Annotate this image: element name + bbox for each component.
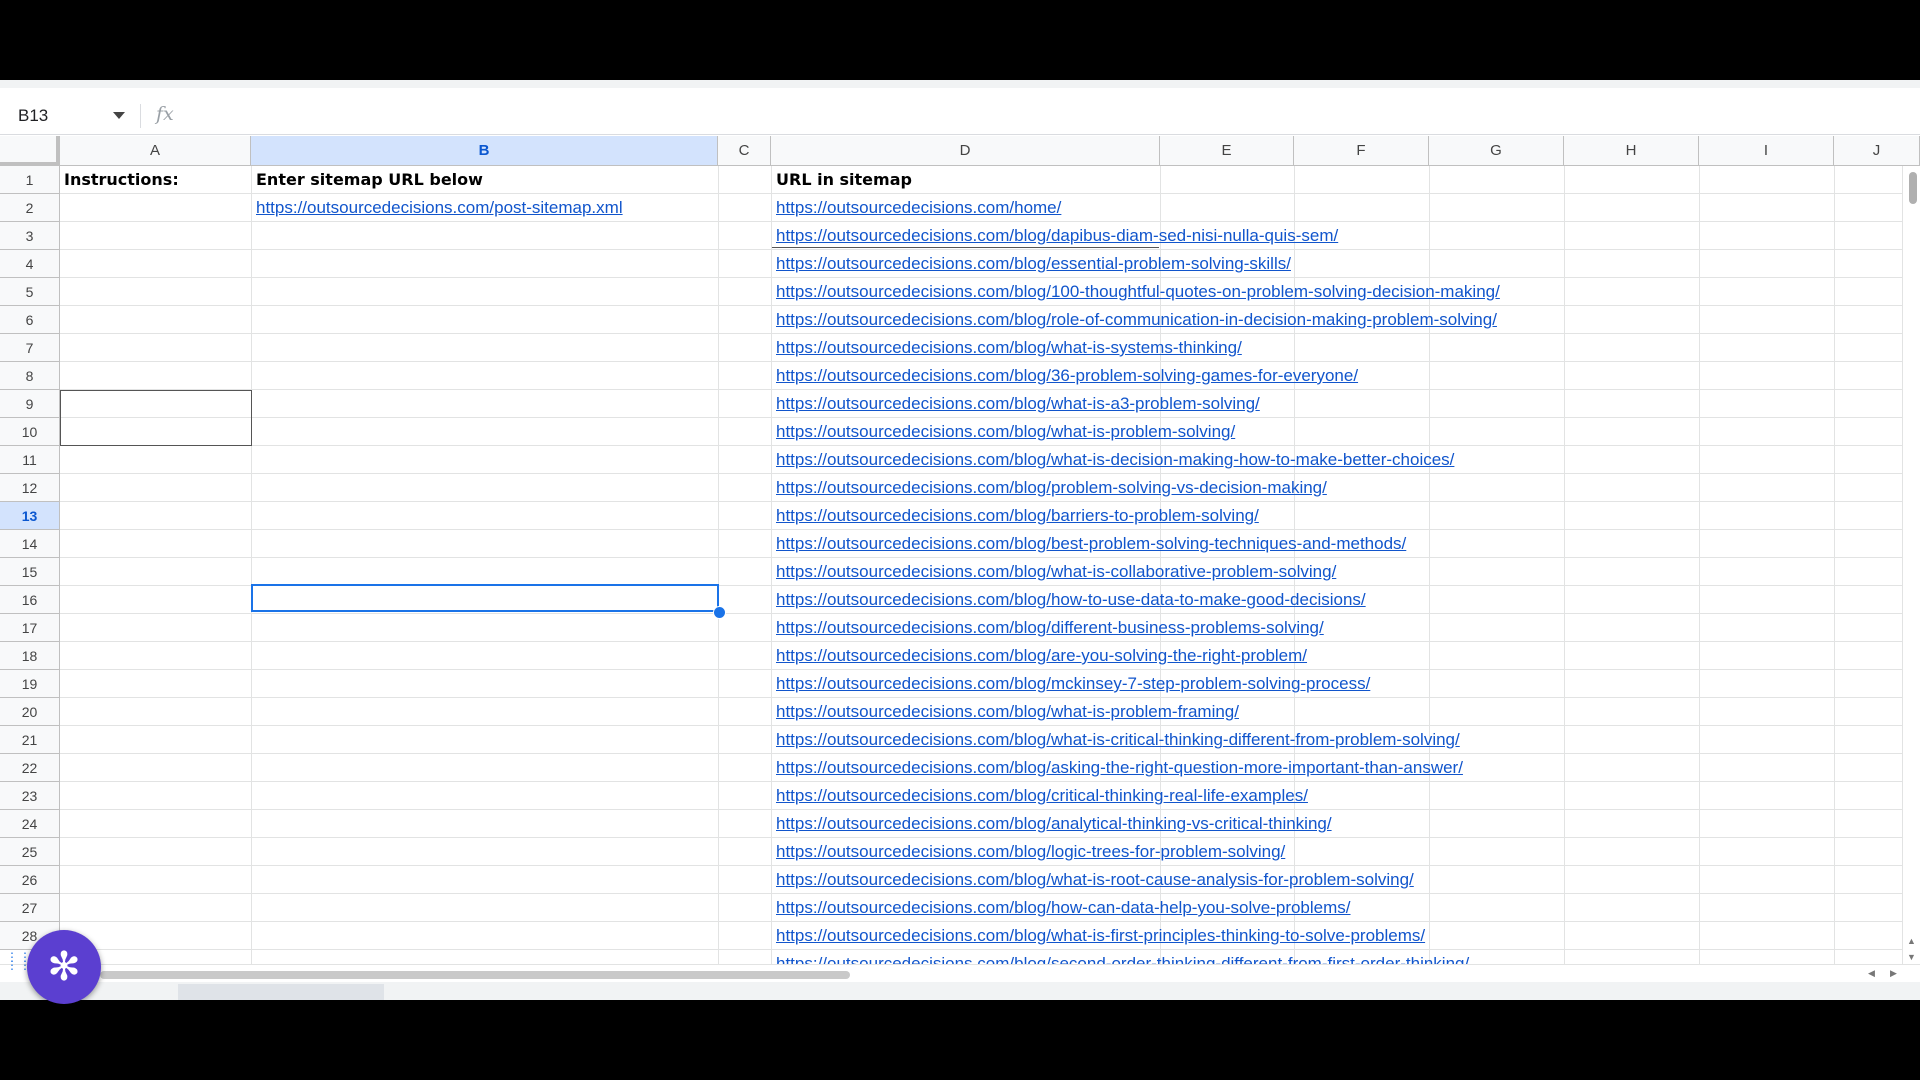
select-all-corner[interactable] [0, 136, 60, 166]
row-header-18[interactable]: 18 [0, 642, 60, 670]
row-header-5[interactable]: 5 [0, 278, 60, 306]
scroll-down-icon[interactable]: ▼ [1907, 952, 1916, 962]
vertical-scrollbar-thumb[interactable] [1909, 172, 1917, 204]
column-header-h[interactable]: H [1564, 136, 1699, 166]
cell-b1[interactable]: Enter sitemap URL below [252, 166, 719, 194]
sitemap-url-cell[interactable]: https://outsourcedecisions.com/blog/dapi… [772, 222, 1338, 250]
column-header-a[interactable]: A [60, 136, 251, 166]
row-header-20[interactable]: 20 [0, 698, 60, 726]
column-header-c[interactable]: C [718, 136, 771, 166]
row-header-4[interactable]: 4 [0, 250, 60, 278]
fill-handle[interactable] [713, 606, 726, 619]
spreadsheet-app: B13 fx ABCDEFGHIJ 1 2 3 4 5 6 7 8 9 10 11 12 13 14 15 1… [0, 80, 1920, 1000]
formula-bar: B13 fx [0, 98, 1920, 135]
sitemap-url-cell[interactable]: https://outsourcedecisions.com/blog/what… [772, 866, 1414, 894]
sitemap-url-cell[interactable]: https://outsourcedecisions.com/blog/anal… [772, 810, 1332, 838]
row-header-6[interactable]: 6 [0, 306, 60, 334]
sitemap-url-cell[interactable]: https://outsourcedecisions.com/blog/what… [772, 558, 1336, 586]
cell-a1[interactable]: Instructions: [60, 166, 252, 194]
row-header-25[interactable]: 25 [0, 838, 60, 866]
sitemap-url-cell[interactable]: https://outsourcedecisions.com/blog/what… [772, 726, 1460, 754]
row-header-12[interactable]: 12 [0, 474, 60, 502]
sheet-tab-bar [0, 982, 1920, 1000]
gear-flower-icon: ✻ [47, 945, 81, 989]
row-header-14[interactable]: 14 [0, 530, 60, 558]
vertical-scrollbar[interactable]: ▲ ▼ [1902, 166, 1920, 968]
cell-b2-sitemap-url[interactable]: https://outsourcedecisions.com/post-site… [252, 194, 719, 222]
column-header-i[interactable]: I [1699, 136, 1834, 166]
sitemap-url-cell[interactable]: https://outsourcedecisions.com/blog/logi… [772, 838, 1285, 866]
sitemap-url-cell[interactable]: https://outsourcedecisions.com/blog/aski… [772, 754, 1463, 782]
sitemap-url-cell[interactable]: https://outsourcedecisions.com/blog/what… [772, 446, 1454, 474]
sitemap-url-cell[interactable]: https://outsourcedecisions.com/blog/100-… [772, 278, 1500, 306]
row-header-7[interactable]: 7 [0, 334, 60, 362]
row-header-23[interactable]: 23 [0, 782, 60, 810]
name-box-dropdown-icon[interactable] [113, 112, 125, 119]
column-header-j[interactable]: J [1834, 136, 1920, 166]
sitemap-url-cell[interactable]: https://outsourcedecisions.com/blog/what… [772, 390, 1260, 418]
scroll-right-icon[interactable]: ▶ [1890, 968, 1897, 979]
sitemap-url-cell[interactable]: https://outsourcedecisions.com/blog/esse… [772, 250, 1291, 278]
column-header-b[interactable]: B [251, 136, 718, 166]
row-header-3[interactable]: 3 [0, 222, 60, 250]
sitemap-url-cell[interactable]: https://outsourcedecisions.com/blog/what… [772, 418, 1235, 446]
sitemap-url-cell[interactable]: https://outsourcedecisions.com/home/ [772, 194, 1061, 222]
row-header-15[interactable]: 15 [0, 558, 60, 586]
scroll-left-icon[interactable]: ◀ [1868, 968, 1875, 979]
sitemap-url-cell[interactable]: https://outsourcedecisions.com/blog/what… [772, 922, 1425, 950]
row-header-24[interactable]: 24 [0, 810, 60, 838]
toolbar-edge [0, 80, 1920, 88]
sitemap-url-cell[interactable]: https://outsourcedecisions.com/blog/role… [772, 306, 1497, 334]
sitemap-url-cell[interactable]: https://outsourcedecisions.com/blog/diff… [772, 614, 1324, 642]
row-header-2[interactable]: 2 [0, 194, 60, 222]
drag-grip-icon[interactable]: ⋮⋮ ⋮⋮ [6, 951, 31, 977]
sitemap-url-cell[interactable]: https://outsourcedecisions.com/blog/how-… [772, 894, 1351, 922]
cell-d2-border [772, 247, 1159, 248]
active-cell-b13[interactable] [251, 584, 719, 612]
formula-bar-divider [140, 104, 141, 128]
fab-button[interactable]: ✻ [27, 930, 101, 1004]
scroll-up-icon[interactable]: ▲ [1907, 936, 1916, 946]
column-header-d[interactable]: D [771, 136, 1160, 166]
cell-area[interactable]: Instructions: Enter sitemap URL below ht… [60, 166, 1920, 968]
cell-d1[interactable]: URL in sitemap [772, 166, 1161, 194]
row-header-26[interactable]: 26 [0, 866, 60, 894]
column-header-e[interactable]: E [1160, 136, 1294, 166]
row-header-8[interactable]: 8 [0, 362, 60, 390]
horizontal-scrollbar[interactable]: ◀ ▶ [0, 964, 1920, 983]
row-header-1[interactable]: 1 [0, 166, 60, 194]
row-header-19[interactable]: 19 [0, 670, 60, 698]
row-header-21[interactable]: 21 [0, 726, 60, 754]
sheet-tab[interactable] [178, 984, 384, 1000]
row-header-13[interactable]: 13 [0, 502, 60, 530]
row-header-10[interactable]: 10 [0, 418, 60, 446]
sitemap-url-cell[interactable]: https://outsourcedecisions.com/blog/36-p… [772, 362, 1358, 390]
sitemap-url-cell[interactable]: https://outsourcedecisions.com/blog/prob… [772, 474, 1327, 502]
column-header-g[interactable]: G [1429, 136, 1564, 166]
sitemap-url-cell[interactable]: https://outsourcedecisions.com/blog/mcki… [772, 670, 1370, 698]
sitemap-url-cell[interactable]: https://outsourcedecisions.com/blog/what… [772, 334, 1242, 362]
sitemap-url-cell[interactable]: https://outsourcedecisions.com/blog/what… [772, 698, 1239, 726]
row-header-9[interactable]: 9 [0, 390, 60, 418]
row-header-22[interactable]: 22 [0, 754, 60, 782]
sitemap-url-cell[interactable]: https://outsourcedecisions.com/blog/barr… [772, 502, 1259, 530]
horizontal-scrollbar-thumb[interactable] [100, 971, 850, 979]
sitemap-url-cell[interactable]: https://outsourcedecisions.com/blog/how-… [772, 586, 1366, 614]
row-header-17[interactable]: 17 [0, 614, 60, 642]
row-header-27[interactable]: 27 [0, 894, 60, 922]
name-box[interactable]: B13 [18, 104, 118, 128]
sitemap-url-cell[interactable]: https://outsourcedecisions.com/blog/best… [772, 530, 1406, 558]
sheet-grid: ABCDEFGHIJ 1 2 3 4 5 6 7 8 9 10 11 12 13 14 15 16 17 18 19… [0, 136, 1920, 968]
column-header-f[interactable]: F [1294, 136, 1429, 166]
sitemap-url-cell[interactable]: https://outsourcedecisions.com/blog/crit… [772, 782, 1308, 810]
row-header-11[interactable]: 11 [0, 446, 60, 474]
sitemap-url-cell[interactable]: https://outsourcedecisions.com/blog/are-… [772, 642, 1307, 670]
fx-icon: fx [156, 103, 174, 125]
row-header-16[interactable]: 16 [0, 586, 60, 614]
